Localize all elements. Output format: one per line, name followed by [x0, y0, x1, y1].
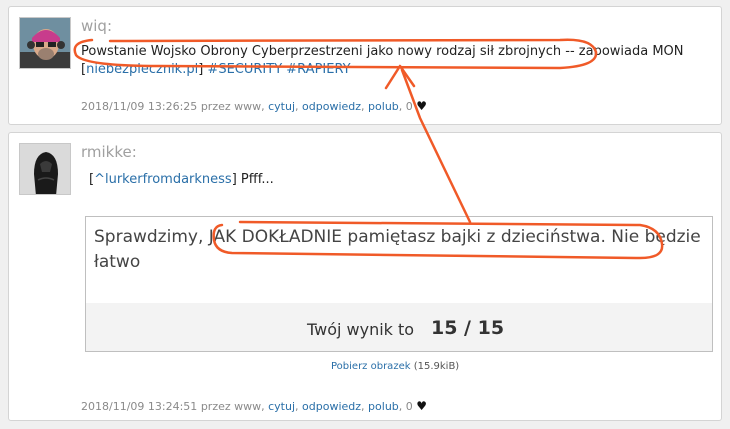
author-source: przez www,	[200, 100, 265, 113]
quiz-title: Sprawdzimy, JAK DOKŁADNIE pamiętasz bajk…	[94, 225, 704, 275]
download-row: Pobierz obrazek (15.9kiB)	[331, 361, 459, 372]
timestamp: 2018/11/09 13:24:51	[81, 400, 198, 413]
source-link[interactable]: niebezpiecznik.pl	[86, 62, 198, 77]
quiz-title-highlight: JAK DOKŁADNIE pamiętasz bajki z dziecińs…	[208, 227, 601, 247]
news-title-rest: -- zapowiada MON	[561, 44, 684, 59]
like-count: 0	[405, 100, 413, 113]
tag-rapiery[interactable]: #RAPIERY	[286, 62, 350, 77]
reply-link[interactable]: odpowiedz	[302, 100, 361, 113]
comment-meta: 2018/11/09 13:24:51 przez www, cytuj, od…	[81, 399, 428, 413]
like-link[interactable]: polub	[368, 400, 399, 413]
score-label: Twój wynik to	[307, 320, 415, 339]
mention-link[interactable]: ^lurkerfromdarkness	[94, 172, 232, 187]
like-link[interactable]: polub	[368, 100, 399, 113]
timestamp: 2018/11/09 13:26:25	[81, 100, 198, 113]
bracket-close: ]	[198, 62, 204, 77]
quote-link[interactable]: cytuj	[268, 100, 295, 113]
heart-icon: ♥	[416, 99, 428, 113]
username[interactable]: rmikke:	[81, 143, 137, 161]
download-image-link[interactable]: Pobierz obrazek	[331, 361, 411, 372]
avatar[interactable]	[19, 143, 71, 195]
quiz-header: Sprawdzimy, JAK DOKŁADNIE pamiętasz bajk…	[86, 217, 712, 304]
username[interactable]: wiq:	[81, 17, 112, 35]
comment-meta: 2018/11/09 13:26:25 przez www, cytuj, od…	[81, 99, 428, 113]
score-value: 15 / 15	[431, 317, 505, 339]
tag-security[interactable]: #SECURITY	[207, 62, 282, 77]
avatar[interactable]	[19, 17, 71, 69]
quiz-title-prefix: Sprawdzimy,	[94, 227, 209, 247]
download-size: (15.9kiB)	[413, 361, 460, 372]
heart-icon: ♥	[416, 399, 428, 413]
comment-card: wiq: Powstanie Wojsko Obrony Cyberprzest…	[8, 6, 722, 125]
reply-link[interactable]: odpowiedz	[302, 400, 361, 413]
like-count: 0	[405, 400, 413, 413]
comment-card: rmikke: [^lurkerfromdarkness] Pfff... Sp…	[8, 132, 722, 421]
embedded-image[interactable]: Sprawdzimy, JAK DOKŁADNIE pamiętasz bajk…	[85, 216, 713, 352]
comment-text: [^lurkerfromdarkness] Pfff...	[89, 171, 715, 189]
comment-text: Powstanie Wojsko Obrony Cyberprzestrzeni…	[81, 43, 715, 79]
author-source: przez www,	[200, 400, 265, 413]
comment-body: Pfff...	[236, 172, 274, 187]
news-title: Powstanie Wojsko Obrony Cyberprzestrzeni…	[81, 44, 562, 59]
quote-link[interactable]: cytuj	[268, 400, 295, 413]
